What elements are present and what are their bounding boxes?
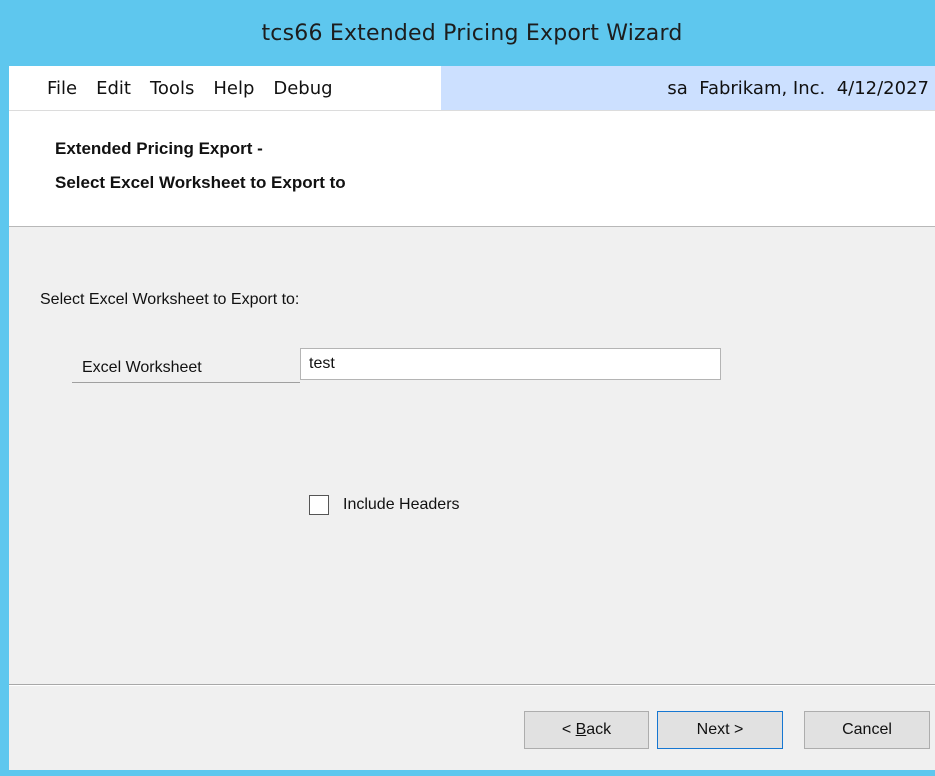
header-title: Extended Pricing Export - [55,139,263,158]
menu-debug[interactable]: Debug [273,78,351,99]
include-headers-checkbox[interactable] [309,495,329,515]
wizard-header: Extended Pricing Export - Select Excel W… [9,111,935,227]
user-company-date-status: sa Fabrikam, Inc. 4/12/2027 [441,66,935,110]
window-title: tcs66 Extended Pricing Export Wizard [261,20,683,46]
cancel-button[interactable]: Cancel [804,711,930,749]
wizard-window: tcs66 Extended Pricing Export Wizard Fil… [0,0,935,776]
worksheet-prompt: Select Excel Worksheet to Export to: [40,291,300,308]
back-rest: ack [586,721,612,738]
next-button[interactable]: Next > [657,711,783,749]
excel-worksheet-label: Excel Worksheet [72,353,300,383]
include-headers-label[interactable]: Include Headers [343,496,460,514]
back-accelerator: B [575,721,587,738]
footer-divider [9,684,935,686]
include-headers-option[interactable]: Include Headers [309,495,460,515]
menu-help[interactable]: Help [213,78,273,99]
menu-bar: File Edit Tools Help Debug sa Fabrikam, … [9,66,935,111]
menu-edit[interactable]: Edit [96,78,150,99]
menu-file[interactable]: File [47,78,96,99]
back-prefix: < [561,721,576,738]
menu-tools[interactable]: Tools [150,78,213,99]
excel-worksheet-input[interactable] [300,348,721,380]
header-subtitle: Select Excel Worksheet to Export to [55,173,346,192]
back-button[interactable]: < Back [524,711,649,749]
title-bar[interactable]: tcs66 Extended Pricing Export Wizard [0,0,935,66]
